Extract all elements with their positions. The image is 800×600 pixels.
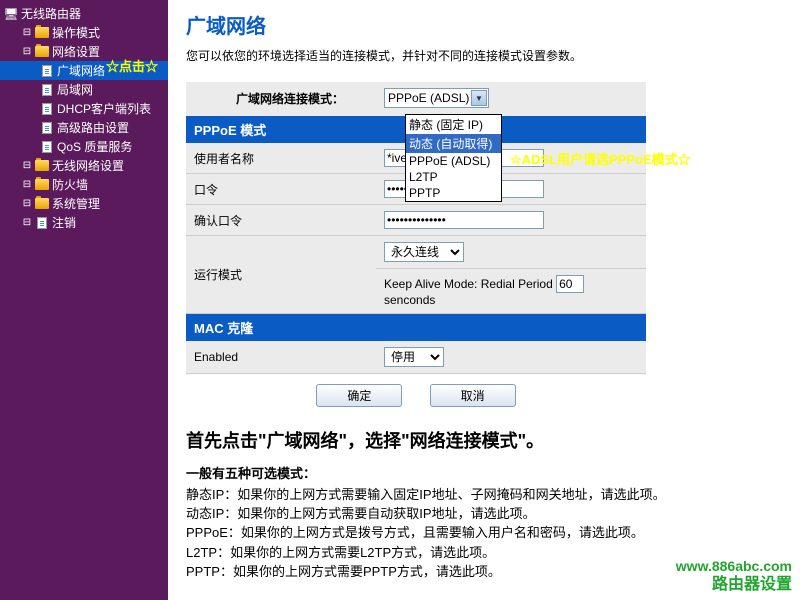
toggle-icon: ⊟ (22, 217, 32, 228)
toggle-icon: ⊟ (22, 198, 32, 209)
sidebar-item-lan[interactable]: 局域网 (0, 80, 168, 99)
sidebar-item-logout[interactable]: ⊟ 注销 (0, 213, 168, 232)
folder-icon (35, 198, 49, 210)
runmode-select[interactable]: 永久连线 (384, 242, 464, 262)
folder-icon (35, 179, 49, 191)
toggle-icon: ⊟ (22, 27, 32, 38)
section-mac: MAC 克隆 (186, 314, 646, 342)
sidebar-label: 操作模式 (52, 24, 100, 41)
tree-root-label: 无线路由器 (21, 5, 81, 22)
guide-line: 静态IP：如果你的上网方式需要输入固定IP地址、子网掩码和网关地址，请选此项。 (186, 486, 782, 504)
sidebar-item-qos[interactable]: QoS 质量服务 (0, 137, 168, 156)
sidebar-label: 局域网 (57, 81, 93, 98)
conn-mode-label: 广域网络连接模式： (186, 82, 376, 116)
sidebar-label: 系统管理 (52, 195, 100, 212)
toggle-icon: ⊟ (22, 46, 32, 57)
router-icon: 🖥 (4, 8, 18, 20)
dropdown-option[interactable]: 静态 (固定 IP) (406, 115, 501, 134)
page-description: 您可以依您的环境选择适当的连接模式，并针对不同的连接模式设置参数。 (186, 47, 782, 64)
sidebar-item-wireless[interactable]: ⊟ 无线网络设置 (0, 156, 168, 175)
confirm-input[interactable] (384, 211, 544, 229)
sidebar-label: 高级路由设置 (57, 119, 129, 136)
dropdown-option[interactable]: L2TP (406, 169, 501, 185)
cancel-button[interactable]: 取消 (430, 384, 516, 407)
folder-icon (35, 46, 49, 58)
toggle-icon: ⊟ (22, 160, 32, 171)
toggle-icon: ⊟ (22, 179, 32, 190)
enabled-label: Enabled (186, 341, 376, 374)
page-icon (40, 141, 54, 153)
dropdown-option[interactable]: PPTP (406, 185, 501, 201)
keepalive-text: Keep Alive Mode: Redial Period (384, 277, 553, 291)
runmode-label: 运行模式 (186, 236, 376, 314)
password-label: 口令 (186, 174, 376, 205)
main-content: 广域网络 您可以依您的环境选择适当的连接模式，并针对不同的连接模式设置参数。 广… (168, 0, 800, 600)
dropdown-option[interactable]: PPPoE (ADSL) (406, 153, 501, 169)
keepalive-suffix: senconds (384, 293, 435, 307)
folder-icon (35, 27, 49, 39)
sidebar-item-system[interactable]: ⊟ 系统管理 (0, 194, 168, 213)
sidebar-item-firewall[interactable]: ⊟ 防火墙 (0, 175, 168, 194)
sidebar-nav: 🖥 无线路由器 ⊟ 操作模式 ⊟ 网络设置 广域网络 局域网 DHCP客户端列表 高… (0, 0, 168, 600)
guide-subtitle: 一般有五种可选模式： (186, 463, 782, 482)
ok-button[interactable]: 确定 (316, 384, 402, 407)
sidebar-label: 防火墙 (52, 176, 88, 193)
page-icon (40, 84, 54, 96)
conn-mode-dropdown[interactable]: 静态 (固定 IP) 动态 (自动取得) PPPoE (ADSL) L2TP P… (405, 114, 502, 202)
select-value: PPPoE (ADSL) (388, 91, 469, 105)
sidebar-label: DHCP客户端列表 (57, 100, 151, 117)
enabled-select[interactable]: 停用 (384, 347, 444, 367)
sidebar-item-dhcp[interactable]: DHCP客户端列表 (0, 99, 168, 118)
sidebar-item-route[interactable]: 高级路由设置 (0, 118, 168, 137)
page-icon (40, 103, 54, 115)
watermark-text: 路由器设置 (712, 570, 792, 594)
sidebar-label: 广域网络 (57, 62, 105, 79)
page-icon (35, 217, 49, 229)
username-label: 使用者名称 (186, 143, 376, 174)
sidebar-label: 网络设置 (52, 43, 100, 60)
callout-adsl: ☆ADSL用户请选PPPoE模式☆ (510, 149, 691, 168)
guide-title: 首先点击"广域网络"，选择"网络连接模式"。 (186, 427, 782, 453)
dropdown-option[interactable]: 动态 (自动取得) (406, 134, 501, 153)
sidebar-label: QoS 质量服务 (57, 138, 132, 155)
sidebar-item-mode[interactable]: ⊟ 操作模式 (0, 23, 168, 42)
guide-line: 动态IP：如果你的上网方式需要自动获取IP地址，请选此项。 (186, 505, 782, 523)
tree-root[interactable]: 🖥 无线路由器 (0, 4, 168, 23)
page-icon (40, 65, 54, 77)
page-icon (40, 122, 54, 134)
conn-mode-select[interactable]: PPPoE (ADSL) ▼ (384, 88, 489, 108)
page-title: 广域网络 (186, 10, 782, 39)
sidebar-label: 无线网络设置 (52, 157, 124, 174)
keepalive-input[interactable] (556, 275, 584, 293)
button-row: 确定 取消 (186, 384, 646, 407)
sidebar-label: 注销 (52, 214, 76, 231)
callout-click: ☆点击☆ (106, 56, 158, 75)
confirm-label: 确认口令 (186, 205, 376, 236)
folder-icon (35, 160, 49, 172)
guide-line: PPPoE：如果你的上网方式是拨号方式，且需要输入用户名和密码，请选此项。 (186, 524, 782, 542)
chevron-down-icon: ▼ (471, 90, 487, 106)
